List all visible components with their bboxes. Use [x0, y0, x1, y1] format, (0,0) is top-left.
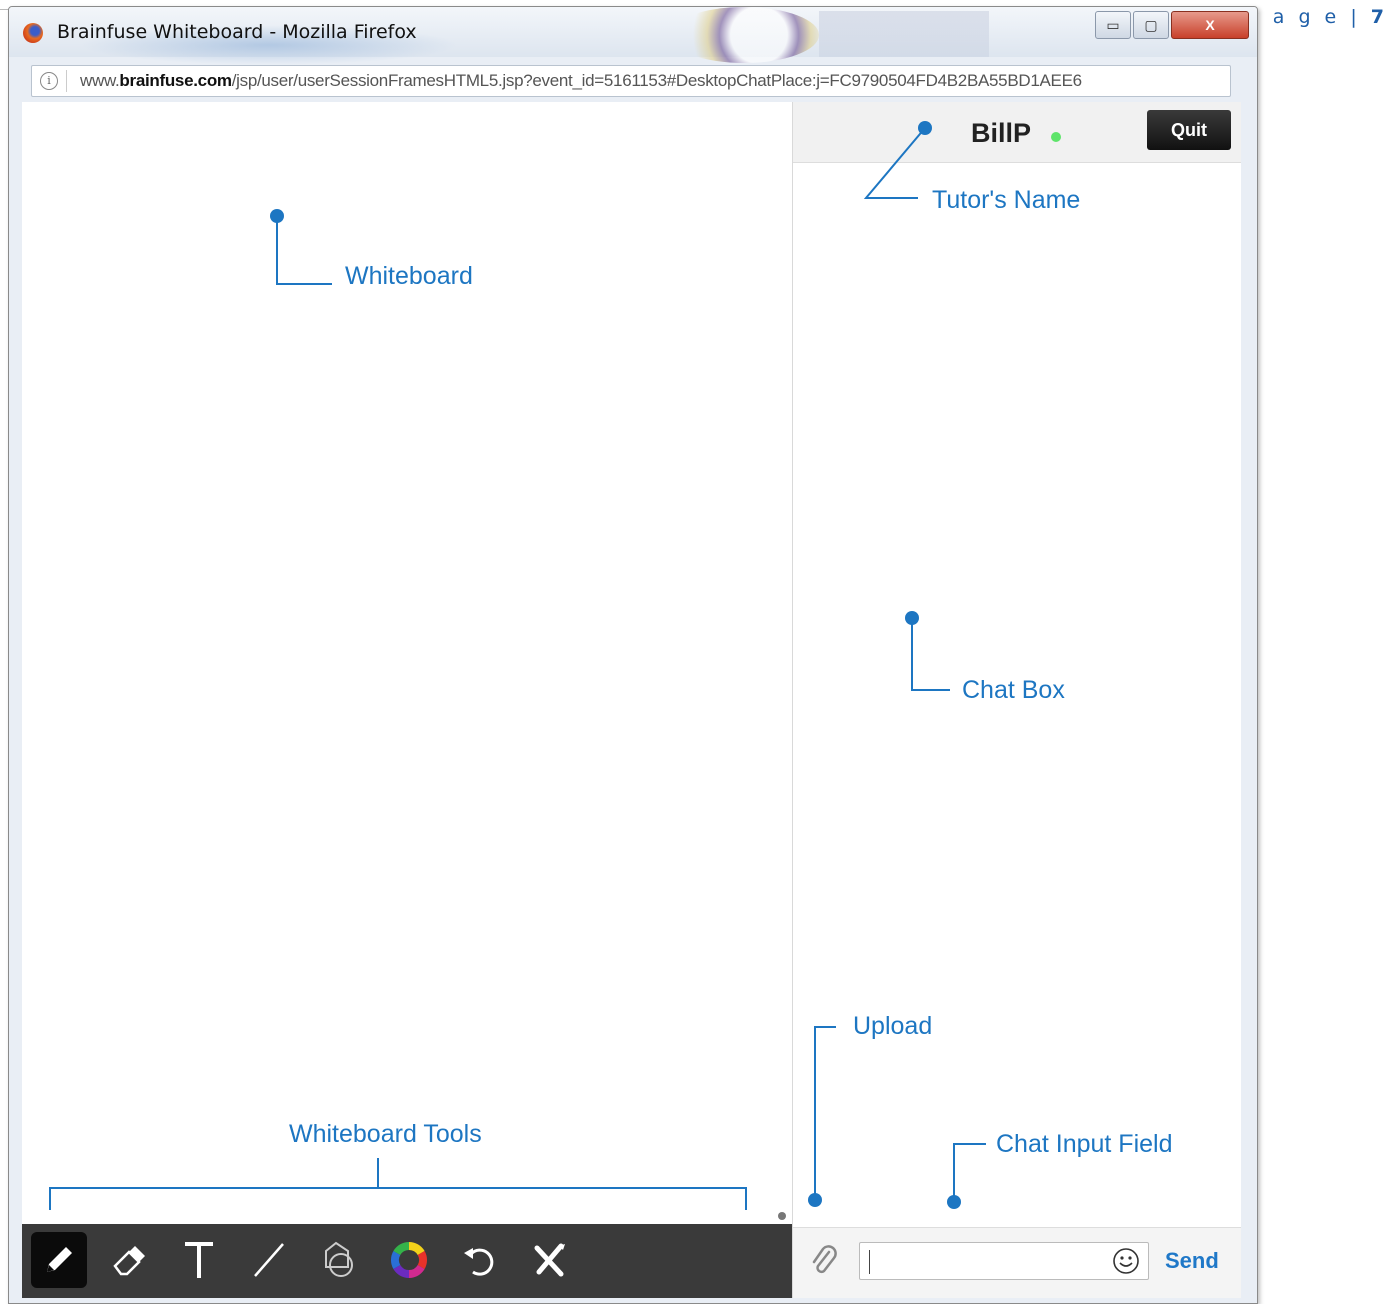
- chat-box-annotation: Chat Box: [962, 676, 1065, 704]
- whiteboard-annotation: Whiteboard: [345, 262, 473, 290]
- whiteboard-tools-callout: [49, 1158, 747, 1210]
- tutor-name-annotation: Tutor's Name: [932, 186, 1081, 214]
- upload-annotation: Upload: [853, 1012, 933, 1040]
- upload-callout: [808, 1026, 836, 1207]
- chat-box-callout: [905, 611, 950, 691]
- chat-input-callout: [947, 1143, 986, 1209]
- tutor-name-callout: [863, 121, 932, 199]
- chat-input-annotation: Chat Input Field: [996, 1130, 1173, 1158]
- whiteboard-callout: [270, 209, 332, 285]
- annotation-overlay: [49, 121, 986, 1210]
- whiteboard-tools-annotation: Whiteboard Tools: [289, 1120, 482, 1148]
